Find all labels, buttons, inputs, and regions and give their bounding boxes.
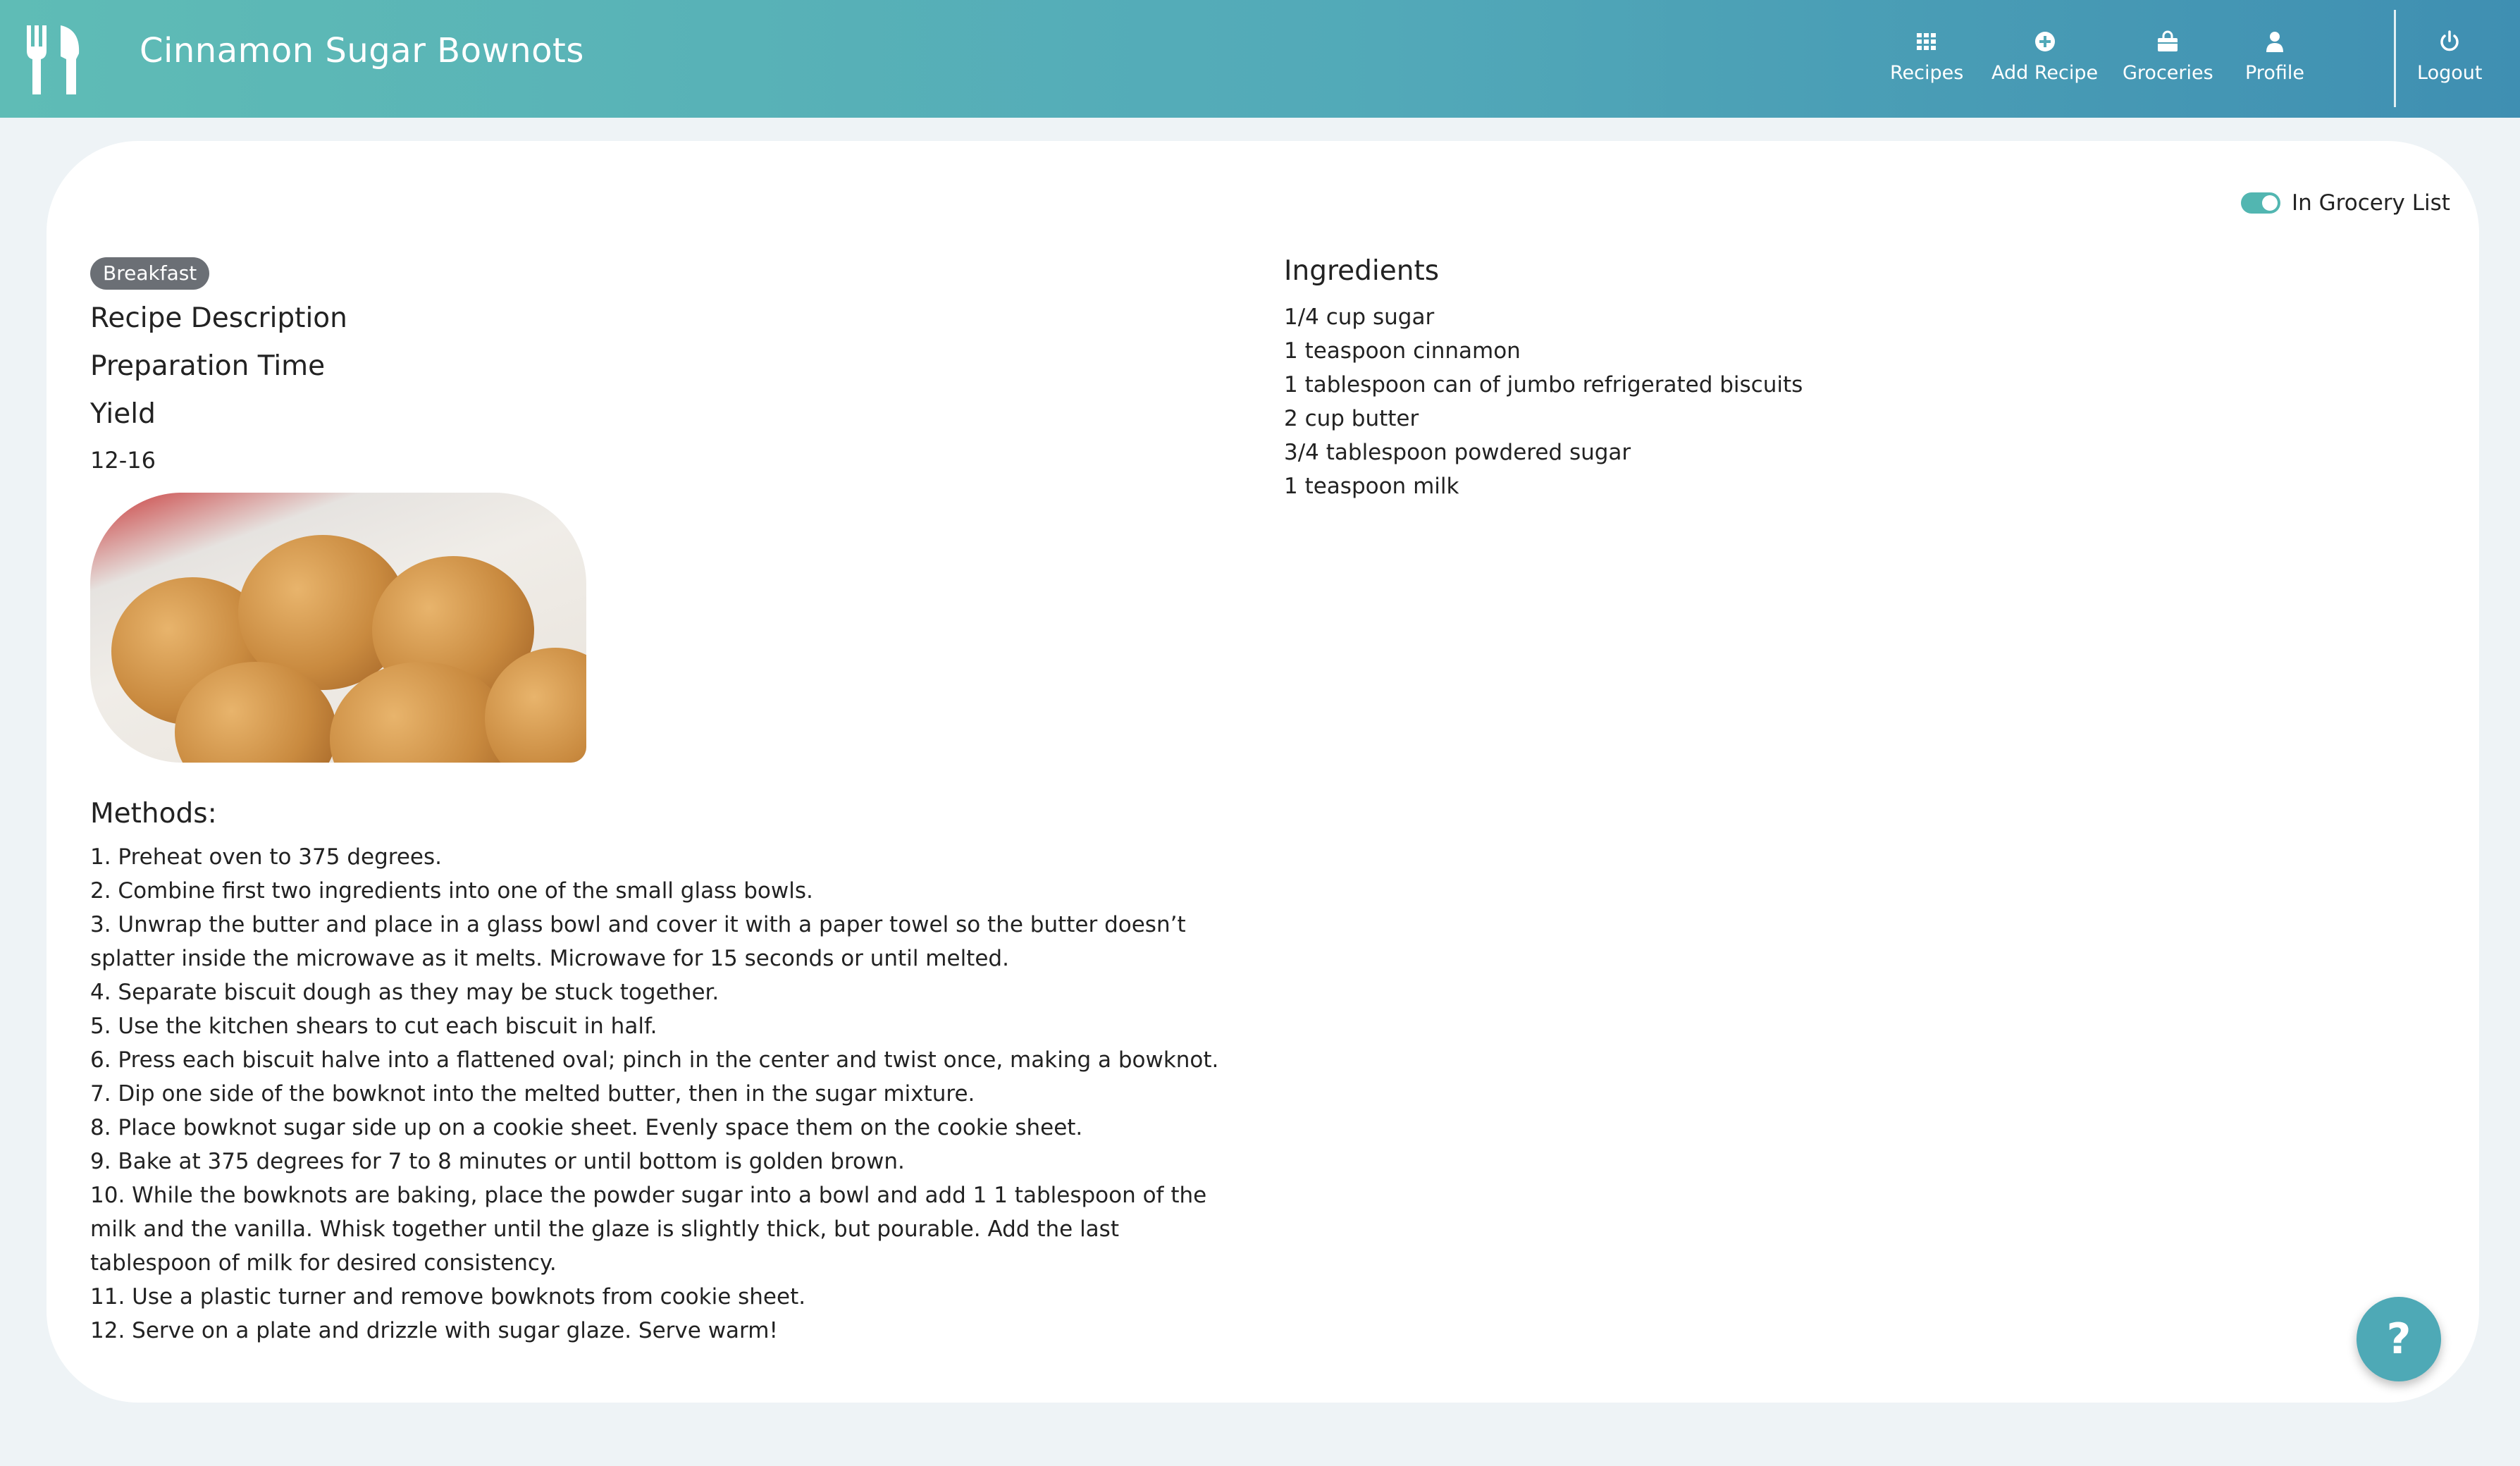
nav-divider [2394, 10, 2396, 107]
ingredients-list: 1/4 cup sugar 1 teaspoon cinnamon 1 tabl… [1284, 300, 1918, 503]
ingredient-item: 2 cup butter [1284, 406, 1419, 431]
ingredient-item: 1 teaspoon milk [1284, 474, 1459, 499]
method-step: 10. While the bowknots are baking, place… [90, 1183, 1207, 1276]
toggle-switch[interactable] [2241, 192, 2280, 214]
category-badge: Breakfast [90, 257, 210, 290]
nav-logout[interactable]: Logout [2417, 30, 2482, 93]
grid-icon [1917, 33, 1937, 50]
recipe-image [90, 493, 586, 763]
nav-label: Groceries [2123, 62, 2213, 84]
plus-circle-icon [2034, 32, 2055, 51]
method-step: 8. Place bowknot sugar side up on a cook… [90, 1115, 1083, 1140]
yield-heading: Yield [90, 398, 156, 430]
methods-list: 1. Preheat oven to 375 degrees. 2. Combi… [90, 840, 1246, 1348]
shopping-bag-icon [2158, 30, 2178, 51]
prep-time-heading: Preparation Time [90, 350, 326, 382]
help-button[interactable]: ? [2357, 1297, 2441, 1381]
method-step: 7. Dip one side of the bowknot into the … [90, 1081, 975, 1107]
method-step: 4. Separate biscuit dough as they may be… [90, 980, 719, 1005]
power-icon [2440, 30, 2459, 51]
ingredient-item: 1 teaspoon cinnamon [1284, 338, 1521, 364]
method-step: 2. Combine first two ingredients into on… [90, 878, 813, 904]
nav-label: Recipes [1890, 62, 1964, 84]
yield-value: 12-16 [90, 447, 156, 474]
nav-label: Logout [2417, 62, 2483, 84]
ingredients-section: Ingredients 1/4 cup sugar 1 teaspoon cin… [1284, 252, 1918, 503]
nav-label: Profile [2245, 62, 2304, 84]
method-step: 12. Serve on a plate and drizzle with su… [90, 1318, 778, 1343]
ingredient-item: 1/4 cup sugar [1284, 304, 1435, 330]
method-step: 9. Bake at 375 degrees for 7 to 8 minute… [90, 1149, 905, 1174]
nav-groceries[interactable]: Groceries [2123, 30, 2213, 93]
page-title: Cinnamon Sugar Bownots [140, 31, 584, 70]
ingredients-heading: Ingredients [1284, 255, 1440, 287]
fork-knife-logo-icon[interactable] [24, 25, 82, 94]
app-header: Cinnamon Sugar Bownots Recipes Add Recip… [0, 0, 2520, 118]
ingredient-item: 3/4 tablespoon powdered sugar [1284, 440, 1631, 465]
nav-profile[interactable]: Profile [2245, 30, 2304, 93]
recipe-details: Breakfast Recipe Description Preparation… [90, 257, 1246, 1348]
grocery-list-toggle[interactable]: In Grocery List [2241, 190, 2450, 216]
nav-add-recipe[interactable]: Add Recipe [1991, 30, 2098, 93]
methods-heading: Methods: [90, 798, 217, 830]
method-step: 6. Press each biscuit halve into a flatt… [90, 1047, 1219, 1073]
nav-label: Add Recipe [1991, 62, 2099, 84]
method-step: 3. Unwrap the butter and place in a glas… [90, 912, 1186, 971]
method-step: 11. Use a plastic turner and remove bowk… [90, 1284, 806, 1310]
method-step: 5. Use the kitchen shears to cut each bi… [90, 1014, 657, 1039]
ingredient-item: 1 tablespoon can of jumbo refrigerated b… [1284, 372, 1803, 398]
description-heading: Recipe Description [90, 302, 347, 334]
method-step: 1. Preheat oven to 375 degrees. [90, 844, 442, 870]
nav-recipes[interactable]: Recipes [1890, 30, 1963, 93]
user-icon [2266, 32, 2283, 52]
toggle-label: In Grocery List [2292, 190, 2450, 216]
